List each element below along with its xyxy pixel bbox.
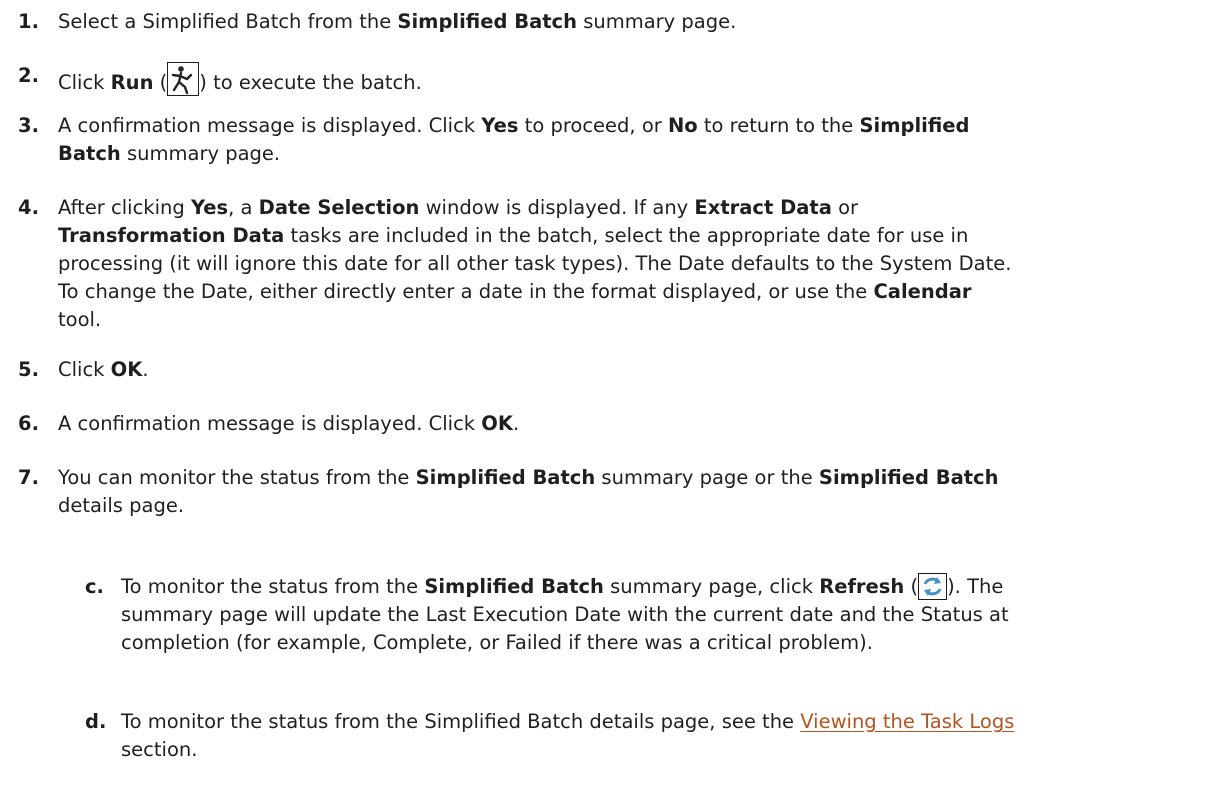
step-text: Select a Simplified Batch from the Simpl…: [58, 8, 1200, 36]
text-run: After clicking: [58, 196, 191, 219]
step-text: Click OK.: [58, 356, 1200, 384]
step-number: 5.: [18, 358, 39, 381]
step-number: c.: [85, 575, 104, 598]
bold-term: Simplified Batch: [397, 10, 577, 33]
bold-term: Simplified Batch: [424, 575, 604, 598]
text-run: .: [142, 358, 149, 381]
step-text: To monitor the status from the Simplifie…: [121, 573, 1200, 657]
text-run: summary page will update the Last Execut…: [121, 603, 1009, 626]
text-run: to proceed, or: [518, 114, 668, 137]
text-run: details page.: [58, 494, 185, 517]
refresh-icon: [918, 573, 948, 600]
step-number: 4.: [18, 196, 39, 219]
text-run: .: [512, 412, 520, 435]
text-run: tasks are included in the batch, select …: [284, 224, 969, 247]
bold-term: Simplified Batch: [415, 466, 596, 489]
text-run: Click: [58, 358, 111, 381]
step-number: 1.: [18, 10, 39, 33]
text-run: processing (it will ignore this date for…: [58, 252, 1012, 275]
step-text: You can monitor the status from the Simp…: [58, 464, 1200, 520]
step-number: 6.: [18, 412, 39, 435]
bold-term: OK: [110, 358, 143, 381]
text-run: window is displayed. If any: [419, 196, 695, 219]
step-text: A confirmation message is displayed. Cli…: [58, 410, 1200, 438]
step-number: 2.: [18, 64, 39, 87]
text-run: summary page.: [120, 142, 281, 165]
step-text: After clicking Yes, a Date Selection win…: [58, 194, 1200, 334]
run-icon: [167, 62, 200, 96]
bold-term: Simplified Batch: [818, 466, 999, 489]
step-number: 3.: [18, 114, 39, 137]
bold-term: Transformation Data: [58, 224, 285, 247]
text-run: (: [904, 575, 919, 598]
bold-term: Calendar: [873, 280, 972, 303]
step-number: 7.: [18, 466, 39, 489]
text-run: ) to execute the batch.: [199, 71, 422, 94]
bold-term: No: [667, 114, 698, 137]
bold-term: Yes: [190, 196, 229, 219]
bold-term: Yes: [481, 114, 519, 137]
text-run: tool.: [58, 308, 102, 331]
text-run: to return to the: [697, 114, 860, 137]
text-run: A confirmation message is displayed. Cli…: [58, 412, 482, 435]
bold-term: Run: [110, 71, 154, 94]
text-run: summary page, click: [603, 575, 820, 598]
step-text: To monitor the status from the Simplifie…: [121, 708, 1200, 764]
step-text: A confirmation message is displayed. Cli…: [58, 112, 1200, 168]
text-run: or: [831, 196, 859, 219]
text-run: section.: [121, 738, 198, 761]
text-run: completion (for example, Complete, or Fa…: [121, 631, 873, 654]
bold-term: OK: [481, 412, 513, 435]
bold-term: Extract Data: [694, 196, 832, 219]
text-run: To change the Date, either directly ente…: [58, 280, 874, 303]
text-run: summary page.: [577, 10, 737, 33]
text-run: , a: [228, 196, 259, 219]
text-run: To monitor the status from the Simplifie…: [121, 710, 801, 733]
text-run: To monitor the status from the: [121, 575, 425, 598]
bold-term: Simplified: [859, 114, 970, 137]
text-run: Select a Simplified Batch from the: [58, 10, 398, 33]
step-text: Click Run ( ) to execute the batch.: [58, 62, 1200, 97]
bold-term: Batch: [58, 142, 121, 165]
viewing-task-logs-link[interactable]: Viewing the Task Logs: [800, 710, 1014, 733]
bold-term: Refresh: [819, 575, 905, 598]
step-number: d.: [85, 710, 107, 733]
text-run: (: [153, 71, 168, 94]
text-run: Click: [58, 71, 111, 94]
text-run: You can monitor the status from the: [58, 466, 416, 489]
text-run: summary page or the: [595, 466, 819, 489]
text-run: A confirmation message is displayed. Cli…: [58, 114, 482, 137]
document-page: 1. Select a Simplified Batch from the Si…: [0, 0, 1222, 789]
text-run: ). The: [947, 575, 1004, 598]
bold-term: Date Selection: [258, 196, 420, 219]
